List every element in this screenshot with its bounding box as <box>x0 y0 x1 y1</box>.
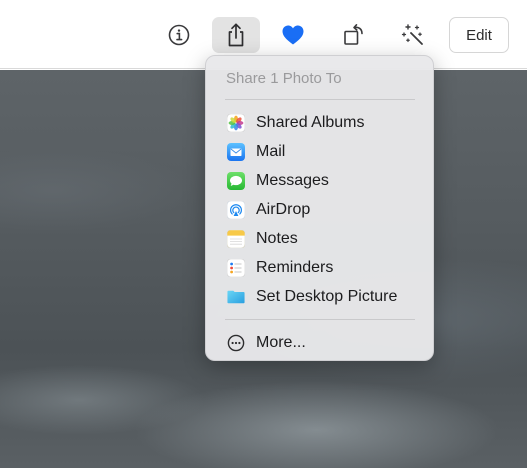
ellipsis-circle-icon <box>227 334 245 352</box>
share-menu-header: Share 1 Photo To <box>226 70 342 87</box>
enhance-button[interactable] <box>396 17 430 53</box>
reminders-app-icon <box>227 258 245 277</box>
info-circle-icon <box>168 24 190 46</box>
set-desktop-picture[interactable]: Set Desktop Picture <box>206 282 435 311</box>
rotate-button[interactable] <box>338 17 370 53</box>
edit-button[interactable]: Edit <box>449 17 509 53</box>
menu-separator <box>225 99 415 100</box>
airdrop-icon <box>227 200 245 219</box>
share-to-notes[interactable]: Notes <box>206 224 435 253</box>
messages-app-icon <box>227 171 245 190</box>
share-more[interactable]: More... <box>206 328 435 357</box>
menu-item-label: Mail <box>256 142 286 160</box>
menu-item-label: Notes <box>256 229 298 247</box>
menu-item-label: AirDrop <box>256 200 311 218</box>
share-to-mail[interactable]: Mail <box>206 137 435 166</box>
mail-app-icon <box>227 142 245 161</box>
info-button[interactable] <box>164 17 194 53</box>
share-to-shared-albums[interactable]: Shared Albums <box>206 108 435 137</box>
share-icon <box>228 23 244 47</box>
desktop-picture-icon <box>227 288 245 306</box>
share-button[interactable] <box>212 17 260 53</box>
share-menu: Share 1 Photo To Shared Albums Mail Mess… <box>205 55 434 361</box>
share-to-airdrop[interactable]: AirDrop <box>206 195 435 224</box>
menu-item-label: More... <box>256 333 306 351</box>
notes-app-icon <box>227 229 245 248</box>
share-to-reminders[interactable]: Reminders <box>206 253 435 282</box>
menu-item-label: Messages <box>256 171 329 189</box>
menu-item-label: Shared Albums <box>256 113 365 131</box>
menu-item-label: Reminders <box>256 258 334 276</box>
favorite-button[interactable] <box>277 17 309 53</box>
photos-app-icon <box>227 113 245 132</box>
magic-wand-icon <box>401 24 423 45</box>
heart-icon <box>282 25 304 45</box>
menu-item-label: Set Desktop Picture <box>256 287 398 305</box>
rotate-icon <box>344 24 363 45</box>
share-to-messages[interactable]: Messages <box>206 166 435 195</box>
menu-separator <box>225 319 415 320</box>
